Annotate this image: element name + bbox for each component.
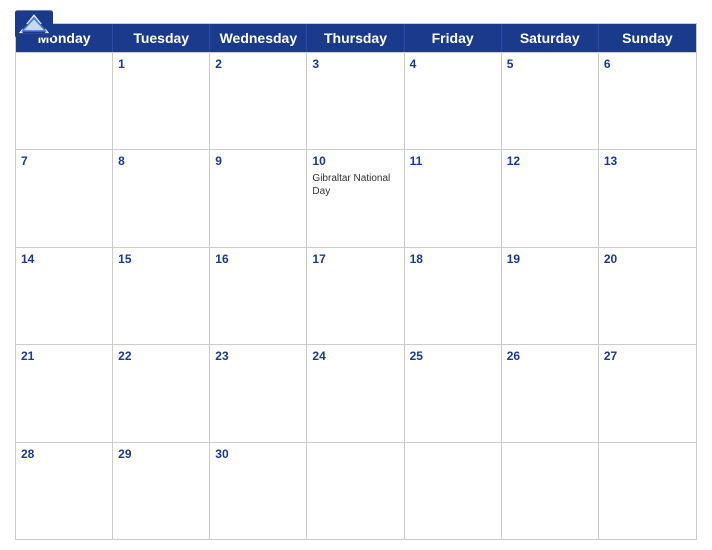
day-header-thursday: Thursday xyxy=(307,24,404,52)
day-cell: 7 xyxy=(16,150,113,246)
day-cell: 30 xyxy=(210,443,307,539)
week-row-5: 28 29 30 xyxy=(16,442,696,539)
day-number: 12 xyxy=(507,153,593,170)
day-header-saturday: Saturday xyxy=(502,24,599,52)
day-cell xyxy=(405,443,502,539)
day-number: 2 xyxy=(215,56,301,73)
day-header-sunday: Sunday xyxy=(599,24,696,52)
day-cell: 28 xyxy=(16,443,113,539)
day-cell: 23 xyxy=(210,345,307,441)
day-cell xyxy=(16,53,113,149)
day-cell xyxy=(599,443,696,539)
calendar-grid: MondayTuesdayWednesdayThursdayFridaySatu… xyxy=(15,23,697,540)
day-cell: 16 xyxy=(210,248,307,344)
week-row-4: 21 22 23 24 25 26 27 xyxy=(16,344,696,441)
day-number: 22 xyxy=(118,348,204,365)
day-number: 17 xyxy=(312,251,398,268)
day-cell: 17 xyxy=(307,248,404,344)
day-cell: 6 xyxy=(599,53,696,149)
day-number: 14 xyxy=(21,251,107,268)
day-cell xyxy=(307,443,404,539)
day-cell: 24 xyxy=(307,345,404,441)
week-row-2: 789 10 Gibraltar National Day 11 12 13 xyxy=(16,149,696,246)
page: MondayTuesdayWednesdayThursdayFridaySatu… xyxy=(0,0,712,550)
day-cell: 14 xyxy=(16,248,113,344)
day-number: 13 xyxy=(604,153,691,170)
day-number: 18 xyxy=(410,251,496,268)
day-cell xyxy=(502,443,599,539)
day-number: 3 xyxy=(312,56,398,73)
day-header-wednesday: Wednesday xyxy=(210,24,307,52)
calendar-header xyxy=(15,10,697,23)
day-number: 16 xyxy=(215,251,301,268)
day-number: 27 xyxy=(604,348,691,365)
day-cell: 22 xyxy=(113,345,210,441)
day-cell: 27 xyxy=(599,345,696,441)
day-header-tuesday: Tuesday xyxy=(113,24,210,52)
day-number: 15 xyxy=(118,251,204,268)
day-number: 19 xyxy=(507,251,593,268)
day-number: 8 xyxy=(118,153,204,170)
day-number: 6 xyxy=(604,56,691,73)
week-row-1: 123456 xyxy=(16,52,696,149)
day-cell: 8 xyxy=(113,150,210,246)
logo xyxy=(15,10,53,38)
day-number: 20 xyxy=(604,251,691,268)
day-number: 7 xyxy=(21,153,107,170)
day-cell: 26 xyxy=(502,345,599,441)
day-cell: 18 xyxy=(405,248,502,344)
day-cell: 25 xyxy=(405,345,502,441)
day-cell: 3 xyxy=(307,53,404,149)
day-cell: 4 xyxy=(405,53,502,149)
day-number: 5 xyxy=(507,56,593,73)
day-number: 25 xyxy=(410,348,496,365)
day-number: 21 xyxy=(21,348,107,365)
general-blue-icon xyxy=(15,10,53,38)
week-row-3: 14 15 16 17 18 19 20 xyxy=(16,247,696,344)
day-number: 11 xyxy=(410,153,496,170)
day-cell: 21 xyxy=(16,345,113,441)
day-number: 30 xyxy=(215,446,301,463)
day-number: 26 xyxy=(507,348,593,365)
day-number: 29 xyxy=(118,446,204,463)
day-number: 4 xyxy=(410,56,496,73)
day-number: 24 xyxy=(312,348,398,365)
day-number: 28 xyxy=(21,446,107,463)
day-headers-row: MondayTuesdayWednesdayThursdayFridaySatu… xyxy=(16,24,696,52)
day-cell: 20 xyxy=(599,248,696,344)
day-header-friday: Friday xyxy=(405,24,502,52)
day-cell: 2 xyxy=(210,53,307,149)
day-cell: 10 Gibraltar National Day xyxy=(307,150,404,246)
weeks-container: 12345678910Gibraltar National Day1112131… xyxy=(16,52,696,539)
day-number: 1 xyxy=(118,56,204,73)
day-number: 23 xyxy=(215,348,301,365)
day-cell: 1 xyxy=(113,53,210,149)
day-cell: 15 xyxy=(113,248,210,344)
day-number: 10 xyxy=(312,153,398,170)
day-cell: 11 xyxy=(405,150,502,246)
day-cell: 9 xyxy=(210,150,307,246)
day-cell: 5 xyxy=(502,53,599,149)
event-label: Gibraltar National Day xyxy=(312,172,398,198)
day-cell: 29 xyxy=(113,443,210,539)
day-cell: 13 xyxy=(599,150,696,246)
day-cell: 12 xyxy=(502,150,599,246)
day-number: 9 xyxy=(215,153,301,170)
day-cell: 19 xyxy=(502,248,599,344)
